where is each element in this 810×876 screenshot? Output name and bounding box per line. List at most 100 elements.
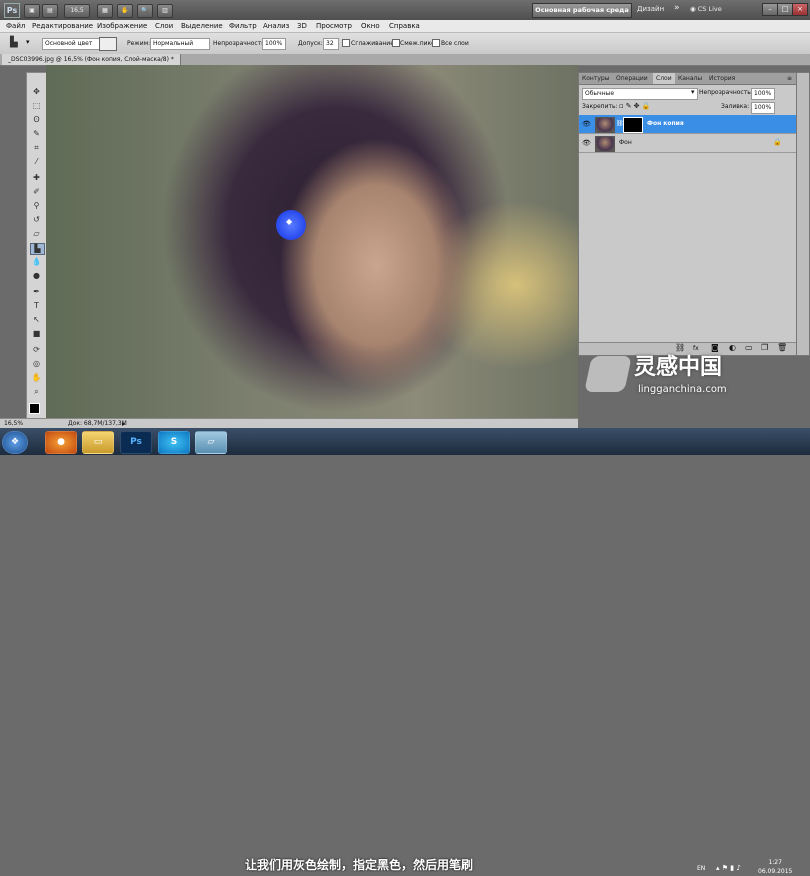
- blur-tool-icon[interactable]: 💧: [30, 257, 43, 267]
- fill-input[interactable]: 100%: [751, 102, 775, 114]
- path-select-tool-icon[interactable]: ↖: [30, 315, 43, 325]
- minibridge-button[interactable]: ▤: [42, 4, 58, 18]
- eyedropper-tool-icon[interactable]: ⁄: [30, 157, 43, 167]
- watermark-url: lingganchina.com: [638, 384, 727, 395]
- tab-channels[interactable]: Каналы: [675, 73, 705, 84]
- opacity-input[interactable]: 100%: [262, 38, 286, 50]
- lock-icons[interactable]: ▫✎✥🔒: [619, 102, 652, 110]
- window-icon[interactable]: ▱: [195, 431, 227, 454]
- minimize-button[interactable]: –: [762, 3, 778, 16]
- taskbar-clock[interactable]: 1:27 06.09.2015: [758, 858, 792, 876]
- paint-bucket-tool-icon[interactable]: ▙: [30, 243, 45, 255]
- layer-row[interactable]: 👁 Фон 🔒: [579, 134, 797, 153]
- eraser-tool-icon[interactable]: ▱: [30, 229, 43, 239]
- more-workspaces-icon[interactable]: »: [674, 3, 680, 13]
- design-workspace-link[interactable]: Дизайн: [637, 3, 664, 16]
- photoshop-icon[interactable]: Ps: [120, 431, 152, 454]
- layer-row[interactable]: 👁 ⛓ Фон копия: [579, 115, 797, 134]
- pattern-picker[interactable]: [99, 37, 117, 51]
- document-tab[interactable]: _DSC03996.jpg @ 16,5% (Фон копия, Слой-м…: [2, 54, 181, 65]
- tab-actions[interactable]: Операции: [613, 73, 651, 84]
- menu-file[interactable]: Файл: [6, 20, 25, 32]
- hand-tool-icon[interactable]: ✋: [30, 373, 43, 383]
- maximize-button[interactable]: □: [777, 3, 793, 16]
- new-layer-icon[interactable]: ❐: [761, 343, 768, 352]
- tab-paths[interactable]: Контуры: [579, 73, 612, 84]
- all-layers-checkbox[interactable]: [432, 39, 440, 47]
- clone-stamp-tool-icon[interactable]: ⚲: [30, 201, 43, 211]
- menu-select[interactable]: Выделение: [181, 20, 223, 32]
- folder-icon[interactable]: ▭: [82, 431, 114, 454]
- menu-layers[interactable]: Слои: [155, 20, 173, 32]
- blend-mode-select[interactable]: Обычные: [582, 88, 698, 100]
- healing-brush-tool-icon[interactable]: ✚: [30, 173, 43, 183]
- menu-view[interactable]: Просмотр: [316, 20, 352, 32]
- zoom-tool-button[interactable]: 🔍: [137, 4, 153, 18]
- dodge-tool-icon[interactable]: ●: [30, 271, 43, 281]
- zoom-level-button[interactable]: 16,5: [64, 4, 90, 18]
- video-subtitle: 让我们用灰色绘制，指定黑色，然后用笔刷: [245, 858, 474, 872]
- history-brush-tool-icon[interactable]: ↺: [30, 215, 43, 225]
- menu-filter[interactable]: Фильтр: [229, 20, 257, 32]
- tolerance-input[interactable]: 32: [323, 38, 339, 50]
- fill-source-select[interactable]: Основной цвет: [42, 38, 100, 50]
- menu-window[interactable]: Окно: [361, 20, 380, 32]
- hand-tool-button[interactable]: ✋: [117, 4, 133, 18]
- eye-icon[interactable]: 👁: [582, 139, 591, 147]
- link-icon[interactable]: ⛓: [675, 343, 685, 352]
- move-tool-icon[interactable]: ✥: [30, 87, 43, 97]
- skype-icon[interactable]: S: [158, 431, 190, 454]
- mask-icon[interactable]: ◙: [711, 343, 719, 352]
- crop-tool-icon[interactable]: ⌗: [30, 143, 43, 153]
- chevron-down-icon[interactable]: ▾: [691, 88, 695, 96]
- 3d-rotate-tool-icon[interactable]: ⟳: [30, 345, 43, 355]
- eye-icon[interactable]: 👁: [582, 120, 591, 128]
- quick-select-tool-icon[interactable]: ✎: [30, 129, 43, 139]
- adjustment-icon[interactable]: ◐: [729, 343, 736, 352]
- zoom-tool-icon[interactable]: ⌕: [30, 387, 43, 397]
- contiguous-checkbox[interactable]: [392, 39, 400, 47]
- paint-bucket-icon[interactable]: ▙: [10, 37, 18, 48]
- menu-help[interactable]: Справка: [389, 20, 420, 32]
- cs-live-button[interactable]: ◉ CS Live: [690, 3, 722, 16]
- panel-menu-icon[interactable]: ≡: [784, 73, 795, 84]
- arrange-documents-button[interactable]: ▥: [157, 4, 173, 18]
- tab-history[interactable]: История: [706, 73, 738, 84]
- language-indicator[interactable]: EN: [697, 865, 705, 872]
- start-icon[interactable]: ❖: [2, 431, 28, 454]
- menu-3d[interactable]: 3D: [297, 20, 307, 32]
- firefox-icon[interactable]: ●: [45, 431, 77, 454]
- menu-analysis[interactable]: Анализ: [263, 20, 289, 32]
- foreground-color-swatch[interactable]: [29, 403, 40, 414]
- pen-tool-icon[interactable]: ✒: [30, 287, 43, 297]
- shape-tool-icon[interactable]: ■: [30, 329, 43, 339]
- chevron-down-icon[interactable]: ▾: [26, 38, 30, 46]
- fill-label: Заливка:: [721, 103, 750, 110]
- panel-scrollbar[interactable]: [796, 72, 810, 356]
- type-tool-icon[interactable]: T: [30, 301, 43, 311]
- layer-opacity-input[interactable]: 100%: [751, 88, 775, 100]
- trash-icon[interactable]: 🗑: [777, 343, 787, 352]
- lasso-tool-icon[interactable]: ʘ: [30, 115, 43, 125]
- layers-panel: Контуры Операции Слои Каналы История ≡ О…: [578, 72, 798, 356]
- bridge-button[interactable]: ▣: [24, 4, 40, 18]
- application-bar: Ps ▣ ▤ 16,5 ▦ ✋ 🔍 ▥ Основная рабочая сре…: [0, 0, 810, 20]
- menu-bar: Файл Редактирование Изображение Слои Выд…: [0, 20, 810, 33]
- tray-icons[interactable]: ▴ ⚑ ▮ ♪: [716, 864, 741, 872]
- layer-name[interactable]: Фон копия: [647, 120, 684, 127]
- marquee-tool-icon[interactable]: ⬚: [30, 101, 43, 111]
- antialias-checkbox[interactable]: [342, 39, 350, 47]
- workspace-button[interactable]: Основная рабочая среда: [532, 3, 632, 18]
- brush-tool-icon[interactable]: ✐: [30, 187, 43, 197]
- menu-edit[interactable]: Редактирование: [32, 20, 93, 32]
- close-button[interactable]: ×: [792, 3, 808, 16]
- folder-icon[interactable]: ▭: [745, 343, 753, 352]
- mode-select[interactable]: Нормальный: [150, 38, 210, 50]
- tab-layers[interactable]: Слои: [653, 73, 675, 84]
- layer-name[interactable]: Фон: [619, 139, 632, 146]
- layer-mask-thumbnail[interactable]: [623, 117, 643, 133]
- 3d-orbit-tool-icon[interactable]: ◎: [30, 359, 43, 369]
- menu-image[interactable]: Изображение: [97, 20, 147, 32]
- document-canvas[interactable]: ◆: [46, 65, 578, 418]
- view-extras-button[interactable]: ▦: [97, 4, 113, 18]
